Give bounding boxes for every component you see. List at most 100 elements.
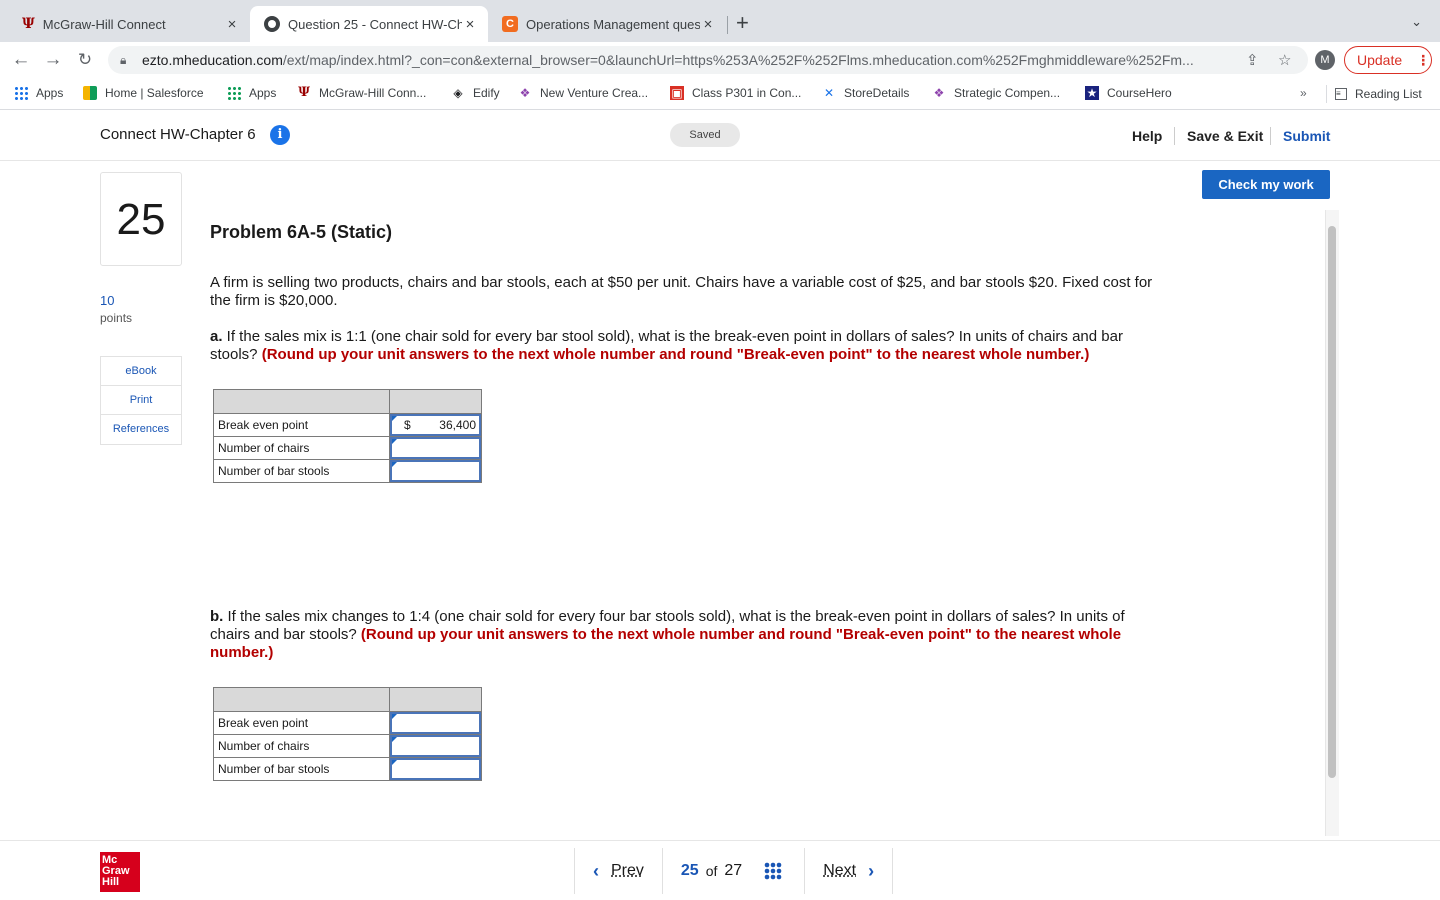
header-divider <box>1174 127 1175 145</box>
address-bar[interactable]: 🔒︎ ezto.mheducation.com/ext/map/index.ht… <box>108 46 1308 74</box>
reading-list-button[interactable]: ≡ Reading List <box>1326 85 1422 103</box>
tab-search-button[interactable]: ⌄ <box>1411 14 1422 30</box>
break-even-input[interactable] <box>389 711 482 735</box>
bar-stools-input[interactable] <box>389 757 482 781</box>
forward-arrow-icon[interactable]: → <box>41 48 65 72</box>
reload-icon[interactable]: ↻ <box>73 48 97 72</box>
input-value: 36,400 <box>439 418 476 432</box>
logo-line: Hill <box>102 876 120 888</box>
tab-question-25[interactable]: Question 25 - Connect HW-Ch × <box>250 6 488 42</box>
bookmark-new-venture[interactable]: ❖ New Venture Crea... <box>518 86 648 100</box>
tab-mcgraw-hill-connect[interactable]: Ψ McGraw-Hill Connect × <box>8 6 250 42</box>
problem-intro: A firm is selling two products, chairs a… <box>210 274 1153 309</box>
table-row: Number of bar stools <box>213 459 482 483</box>
indiana-university-icon: Ψ <box>298 85 310 100</box>
part-a-prefix: a. <box>210 328 223 345</box>
bookmark-label: Edify <box>473 86 500 100</box>
bookmark-label: Apps <box>36 86 64 100</box>
new-tab-button[interactable]: + <box>736 12 749 34</box>
reading-list-icon: ≡ <box>1335 88 1347 100</box>
input-box[interactable] <box>390 437 481 459</box>
apps-grid-icon <box>227 86 241 100</box>
bookmark-star-icon[interactable]: ☆ <box>1278 51 1291 69</box>
total-questions: 27 <box>724 862 743 879</box>
globe-icon <box>264 16 280 32</box>
question-tools: eBook Print References <box>100 356 182 445</box>
bookmark-label: Home | Salesforce <box>105 86 204 100</box>
bookmark-label: Apps <box>249 86 277 100</box>
profile-avatar[interactable]: M <box>1315 50 1335 70</box>
saved-status-badge: Saved <box>670 123 740 147</box>
url-host: ezto.mheducation.com <box>142 52 283 68</box>
info-icon[interactable]: i <box>270 125 290 145</box>
bookmark-mcgraw-hill[interactable]: Ψ McGraw-Hill Conn... <box>297 85 426 101</box>
print-button[interactable]: Print <box>101 386 181 415</box>
input-box[interactable] <box>390 735 481 757</box>
bookmark-apps-2[interactable]: Apps <box>227 86 276 100</box>
row-label: Number of chairs <box>213 734 390 758</box>
table-row: Number of chairs <box>213 734 482 758</box>
part-b-answer-table: Break even point Number of chairs Number… <box>213 687 482 781</box>
input-box[interactable] <box>390 758 481 780</box>
row-label: Break even point <box>213 711 390 735</box>
browser-toolbar: ← → ↻ 🔒︎ ezto.mheducation.com/ext/map/in… <box>0 42 1440 78</box>
next-label: Next <box>823 862 857 879</box>
bookmark-storedetails[interactable]: ✕ StoreDetails <box>822 86 909 100</box>
close-tab-icon[interactable]: × <box>462 16 478 33</box>
chevron-right-icon: › <box>868 860 875 881</box>
bookmarks-bar: Apps Home | Salesforce Apps Ψ McGraw-Hil… <box>0 78 1440 110</box>
chairs-input[interactable] <box>389 436 482 460</box>
submit-link[interactable]: Submit <box>1283 128 1330 144</box>
update-label: Update <box>1357 52 1403 68</box>
part-a-instruction: (Round up your unit answers to the next … <box>261 346 1090 363</box>
question-counter[interactable]: 25 of 27 <box>663 862 804 880</box>
input-box[interactable]: $36,400 <box>390 414 481 436</box>
bookmark-class-p301[interactable]: ▣ Class P301 in Con... <box>670 86 801 100</box>
grape-icon: ❖ <box>519 86 531 100</box>
back-arrow-icon[interactable]: ← <box>9 48 33 72</box>
tab-separator <box>727 16 728 34</box>
chegg-icon: C <box>502 16 518 32</box>
storedetails-icon: ✕ <box>823 86 835 100</box>
share-icon[interactable]: ⇪ <box>1246 51 1259 69</box>
save-exit-link[interactable]: Save & Exit <box>1187 128 1263 144</box>
row-label: Number of bar stools <box>213 757 390 781</box>
chairs-input[interactable] <box>389 734 482 758</box>
next-button[interactable]: Next › <box>805 861 892 882</box>
question-grid-icon[interactable] <box>764 862 783 880</box>
tab-title: Question 25 - Connect HW-Ch <box>288 16 462 32</box>
of-label: of <box>705 863 718 879</box>
salesforce-icon <box>83 86 97 100</box>
bookmark-strategic[interactable]: ❖ Strategic Compen... <box>932 86 1060 100</box>
close-tab-icon[interactable]: × <box>224 16 240 33</box>
check-my-work-button[interactable]: Check my work <box>1202 170 1330 199</box>
update-button[interactable]: Update ⋮ <box>1344 46 1432 74</box>
bookmark-apps[interactable]: Apps <box>14 86 63 100</box>
bookmark-edify[interactable]: ◈ Edify <box>451 86 500 100</box>
prev-button[interactable]: ‹ Prev <box>575 861 662 882</box>
bookmark-label: StoreDetails <box>844 86 910 100</box>
url-text[interactable]: ezto.mheducation.com/ext/map/index.html?… <box>142 52 1232 68</box>
table-row: Number of bar stools <box>213 757 482 781</box>
input-box[interactable] <box>390 460 481 482</box>
ebook-button[interactable]: eBook <box>101 357 181 386</box>
table-header-row <box>213 389 482 414</box>
currency-symbol: $ <box>404 418 411 432</box>
table-row: Break even point $36,400 <box>213 413 482 437</box>
pager-divider <box>892 848 894 894</box>
question-pager: ‹ Prev 25 of 27 Next › <box>574 841 894 900</box>
tab-operations-management[interactable]: C Operations Management quest × <box>488 6 726 42</box>
row-label: Number of bar stools <box>213 459 390 483</box>
close-tab-icon[interactable]: × <box>700 16 716 33</box>
references-button[interactable]: References <box>101 415 181 444</box>
bookmark-coursehero[interactable]: ★ CourseHero <box>1085 86 1172 100</box>
help-link[interactable]: Help <box>1132 128 1162 144</box>
bookmark-salesforce[interactable]: Home | Salesforce <box>83 86 204 100</box>
reading-list-label: Reading List <box>1355 87 1422 101</box>
scrollbar-thumb[interactable] <box>1328 226 1336 778</box>
input-box[interactable] <box>390 712 481 734</box>
bar-stools-input[interactable] <box>389 459 482 483</box>
break-even-input[interactable]: $36,400 <box>389 413 482 437</box>
bookmark-label: CourseHero <box>1107 86 1172 100</box>
more-bookmarks-icon[interactable]: » <box>1300 86 1307 100</box>
